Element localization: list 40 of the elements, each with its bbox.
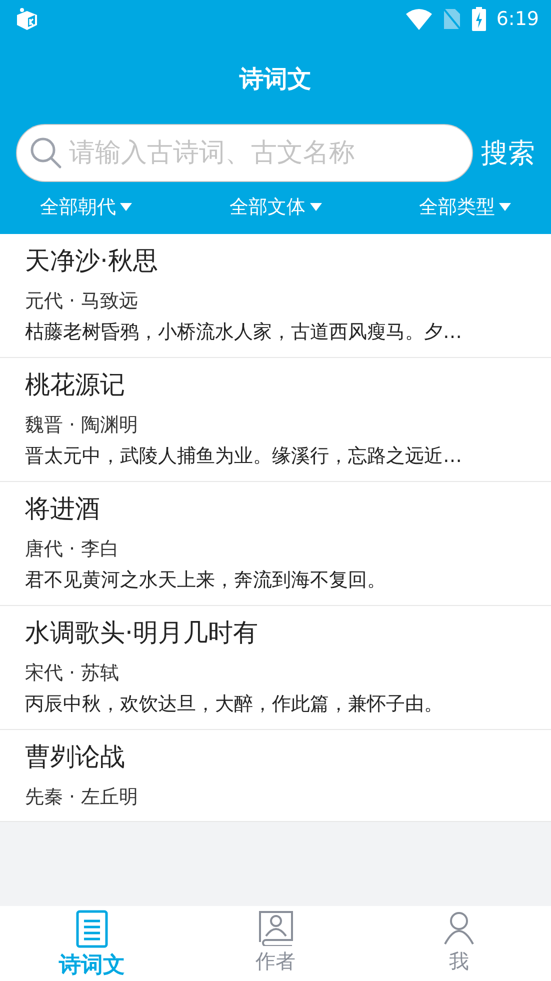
nav-tab[interactable]: 诗词文 (0, 906, 184, 981)
search-icon (29, 136, 63, 170)
poem-title: 将进酒 (25, 493, 101, 525)
poem-list-item[interactable]: 曹刿论战 先秦 · 左丘明 (0, 730, 551, 822)
screen-title: 诗词文 (240, 64, 312, 95)
filter-dropdown[interactable]: 全部类型 (419, 190, 511, 224)
nav-tab[interactable]: 我 (367, 906, 551, 981)
search-bar[interactable]: 请输入古诗词、古文名称 (16, 124, 473, 182)
search-input[interactable]: 请输入古诗词、古文名称 (67, 137, 460, 169)
poem-list-item[interactable]: 天净沙·秋思 元代 · 马致远 枯藤老树昏鸦，小桥流水人家，古道西风瘦马。夕… (0, 234, 551, 358)
poem-list-item[interactable]: 将进酒 唐代 · 李白 君不见黄河之水天上来，奔流到海不复回。 (0, 482, 551, 606)
poem-author: 宋代 · 苏轼 (25, 661, 120, 686)
poem-list-item[interactable]: 桃花源记 魏晋 · 陶渊明 晋太元中，武陵人捕鱼为业。缘溪行，忘路之远近… (0, 358, 551, 482)
wifi-icon (406, 8, 432, 30)
battery-charging-icon (472, 7, 486, 31)
poem-title: 天净沙·秋思 (25, 245, 159, 277)
poem-excerpt: 枯藤老树昏鸦，小桥流水人家，古道西风瘦马。夕… (25, 320, 463, 345)
search-button[interactable]: 搜索 (481, 135, 535, 171)
poem-excerpt: 丙辰中秋，欢饮达旦，大醉，作此篇，兼怀子由。 (25, 692, 444, 717)
caret-icon (310, 203, 322, 211)
poem-author: 魏晋 · 陶渊明 (25, 413, 140, 438)
poem-title: 水调歌头·明月几时有 (25, 617, 259, 649)
poem-title: 曹刿论战 (25, 741, 126, 773)
poem-author: 元代 · 马致远 (25, 289, 140, 314)
nav-tab[interactable]: 作者 (184, 906, 368, 981)
caret-icon (499, 203, 511, 211)
app-icon (14, 6, 40, 32)
clock-time: 6:19 (496, 8, 539, 30)
poem-author: 先秦 · 左丘明 (25, 785, 140, 810)
caret-icon (120, 203, 132, 211)
filter-dropdown[interactable]: 全部文体 (230, 190, 322, 224)
document-icon (76, 910, 108, 948)
no-sim-icon (442, 7, 462, 31)
author-card-icon (258, 910, 294, 946)
poem-excerpt: 君不见黄河之水天上来，奔流到海不复回。 (25, 568, 387, 593)
filter-dropdown[interactable]: 全部朝代 (40, 190, 132, 224)
poem-excerpt: 晋太元中，武陵人捕鱼为业。缘溪行，忘路之远近… (25, 444, 463, 469)
poem-list-item[interactable]: 水调歌头·明月几时有 宋代 · 苏轼 丙辰中秋，欢饮达旦，大醉，作此篇，兼怀子由。 (0, 606, 551, 730)
poem-author: 唐代 · 李白 (25, 537, 120, 562)
poem-title: 桃花源记 (25, 369, 126, 401)
